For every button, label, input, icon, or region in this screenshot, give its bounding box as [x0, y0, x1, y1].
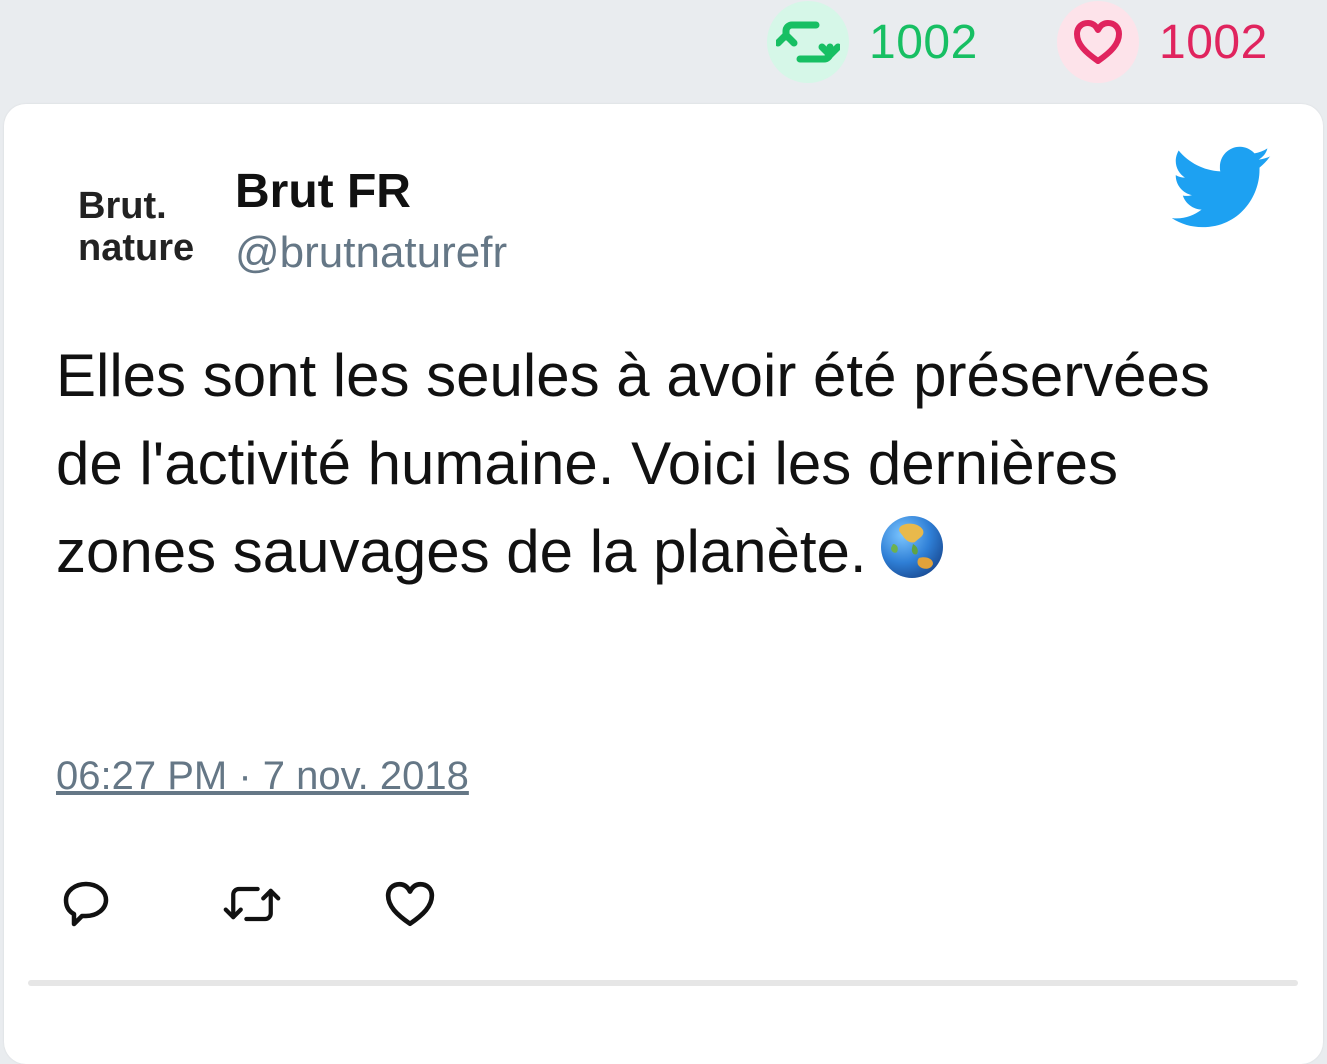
like-stat[interactable]: 1002 — [1057, 0, 1268, 84]
retweet-icon[interactable] — [767, 1, 849, 83]
user-handle[interactable]: @brutnaturefr — [235, 228, 507, 278]
divider — [28, 980, 1298, 986]
retweet-button[interactable] — [222, 874, 282, 934]
engagement-stats-bar: 1002 1002 — [0, 0, 1327, 100]
globe-asia-australia-icon — [879, 514, 945, 604]
avatar[interactable]: Brut. nature — [64, 164, 214, 284]
heart-icon — [385, 881, 435, 927]
tweet-text: Elles sont les seules à avoir été préser… — [56, 332, 1256, 604]
heart-icon[interactable] — [1057, 1, 1139, 83]
svg-text:Brut.: Brut. — [78, 185, 167, 227]
tweet-card: Brut. nature Brut FR @brutnaturefr Elles… — [4, 104, 1323, 1064]
reply-button[interactable] — [56, 874, 116, 934]
like-button[interactable] — [380, 874, 440, 934]
svg-text:nature: nature — [78, 227, 194, 269]
twitter-bird-icon[interactable] — [1171, 146, 1272, 230]
display-name[interactable]: Brut FR — [235, 164, 411, 219]
retweet-count: 1002 — [869, 15, 978, 69]
reply-icon — [63, 881, 109, 927]
brut-nature-logo: Brut. nature — [78, 185, 194, 269]
retweet-icon — [223, 886, 281, 922]
tweet-timestamp[interactable]: 06:27 PM · 7 nov. 2018 — [56, 754, 469, 799]
tweet-body: Elles sont les seules à avoir été préser… — [56, 342, 1210, 585]
retweet-stat[interactable]: 1002 — [767, 0, 978, 84]
like-count: 1002 — [1159, 15, 1268, 69]
